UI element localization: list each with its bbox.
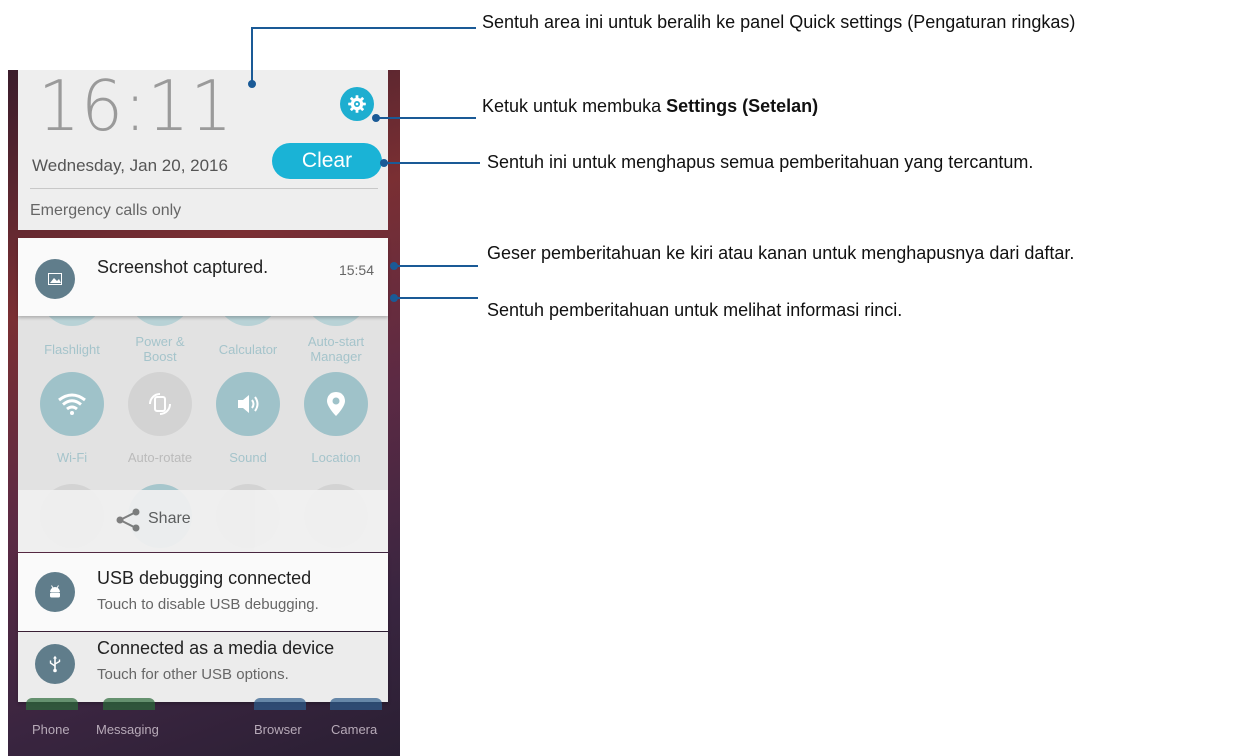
notification-subtitle: Touch to disable USB debugging. — [97, 596, 319, 613]
qs-label-auto-rotate: Auto-rotate — [127, 450, 193, 465]
callout-line — [251, 27, 253, 83]
callout-dot — [390, 262, 398, 270]
android-icon — [35, 572, 75, 612]
home-dock: Phone Messaging Browser Camera — [8, 698, 400, 756]
notification-screenshot[interactable]: Screenshot captured. 15:54 — [18, 238, 388, 316]
callout-touch: Sentuh pemberitahuan untuk melihat infor… — [487, 300, 903, 320]
qs-label-auto-start: Auto-start Manager — [307, 334, 365, 364]
notification-time: 15:54 — [338, 262, 374, 278]
auto-rotate-icon[interactable] — [128, 372, 192, 436]
pin-glyph — [327, 392, 345, 416]
network-status: Emergency calls only — [30, 202, 182, 219]
callout-dot — [248, 80, 256, 88]
notification-title: USB debugging connected — [97, 568, 312, 588]
callout-swipe: Geser pemberitahuan ke kiri atau kanan u… — [487, 243, 1075, 263]
notification-header[interactable]: 16:11 Wednesday, Jan 20, 2016 Clear Emer… — [18, 70, 388, 230]
callout-quick-settings: Sentuh area ini untuk beralih ke panel Q… — [482, 12, 1076, 32]
callout-line — [376, 117, 476, 119]
phone-screen: 16:11 Wednesday, Jan 20, 2016 Clear Emer… — [8, 70, 400, 756]
wifi-glyph — [58, 393, 86, 415]
messaging-app-icon[interactable] — [103, 698, 155, 710]
location-icon[interactable] — [304, 372, 368, 436]
callout-dot — [390, 294, 398, 302]
share-icon — [116, 508, 140, 532]
gear-icon — [348, 95, 366, 113]
notification-title: Screenshot captured. — [97, 257, 269, 277]
clear-all-button[interactable]: Clear — [272, 143, 382, 179]
wifi-icon[interactable] — [40, 372, 104, 436]
browser-app-icon[interactable] — [254, 698, 306, 710]
callout-line — [251, 27, 476, 29]
share-bar[interactable]: Share — [18, 490, 388, 552]
phone-app-icon[interactable] — [26, 698, 78, 710]
speaker-glyph — [238, 395, 259, 413]
image-icon — [35, 259, 75, 299]
qs-label-location: Location — [311, 450, 361, 465]
qs-label-power-boost: Power & Boost — [135, 334, 185, 364]
callout-line — [394, 265, 478, 267]
dock-label-camera[interactable]: Camera — [331, 722, 377, 737]
dock-label-messaging[interactable]: Messaging — [96, 722, 159, 737]
callout-dot — [380, 159, 388, 167]
camera-app-icon[interactable] — [330, 698, 382, 710]
callout-line — [384, 162, 480, 164]
settings-button[interactable] — [340, 87, 374, 121]
share-label: Share — [148, 510, 191, 527]
callout-line — [394, 297, 478, 299]
notification-media-device[interactable]: Connected as a media device Touch for ot… — [18, 632, 388, 702]
divider — [30, 188, 378, 189]
qs-label-wifi: Wi-Fi — [56, 450, 88, 465]
callout-dot — [372, 114, 380, 122]
callout-settings: Ketuk untuk membuka Settings (Setelan) — [482, 96, 819, 116]
notification-subtitle: Touch for other USB options. — [97, 666, 289, 683]
dock-label-browser[interactable]: Browser — [254, 722, 302, 737]
clock: 16:11 — [38, 70, 234, 147]
usb-icon — [35, 644, 75, 684]
qs-label-flashlight: Flashlight — [44, 342, 100, 357]
qs-label-calculator: Calculator — [218, 342, 278, 357]
sound-icon[interactable] — [216, 372, 280, 436]
qs-label-sound: Sound — [229, 450, 267, 465]
callout-clear: Sentuh ini untuk menghapus semua pemberi… — [487, 152, 1034, 172]
rotate-glyph — [149, 393, 171, 415]
dock-label-phone[interactable]: Phone — [32, 722, 70, 737]
date-label: Wednesday, Jan 20, 2016 — [32, 156, 228, 175]
callout-settings-bold: Settings (Setelan) — [666, 96, 819, 116]
notification-title: Connected as a media device — [97, 638, 335, 658]
notification-usb-debugging[interactable]: USB debugging connected Touch to disable… — [18, 553, 388, 631]
